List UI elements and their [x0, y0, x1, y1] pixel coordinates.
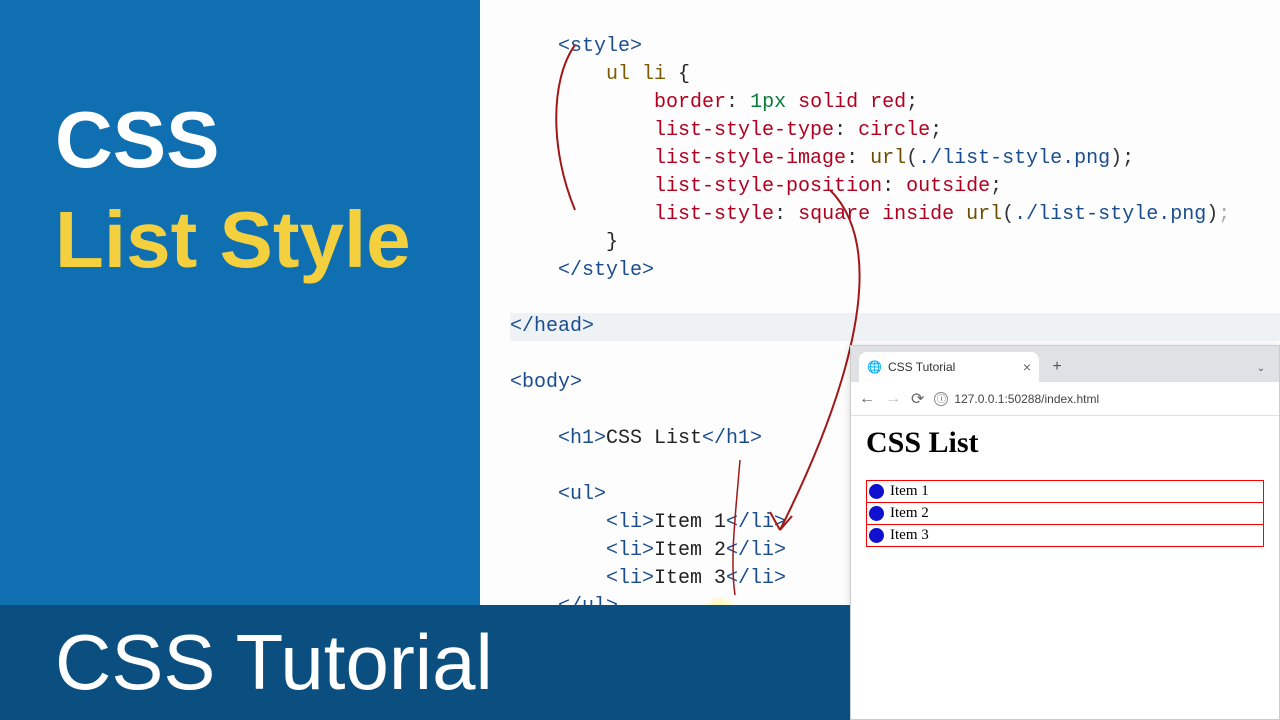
bottom-bar: CSS Tutorial	[0, 605, 850, 720]
page-heading: CSS List	[866, 426, 1264, 460]
address-bar: ← → ⟳ ⓘ 127.0.0.1:50288/index.html	[851, 382, 1279, 416]
tag-body-open: <body>	[510, 371, 582, 394]
site-info-icon[interactable]: ⓘ	[934, 392, 948, 406]
forward-icon[interactable]: →	[885, 390, 901, 408]
list-item: Item 2	[866, 502, 1264, 525]
tab-title: CSS Tutorial	[888, 360, 955, 374]
list-item: Item 3	[866, 524, 1264, 547]
url-field[interactable]: ⓘ 127.0.0.1:50288/index.html	[934, 392, 1271, 406]
reload-icon[interactable]: ⟳	[911, 389, 924, 409]
css-selector: ul li	[606, 63, 666, 86]
tag-style-close: </style>	[558, 259, 654, 282]
bottom-bar-label: CSS Tutorial	[55, 617, 493, 708]
title-line-1: CSS	[55, 100, 220, 180]
page-viewport: CSS List Item 1 Item 2 Item 3	[851, 416, 1279, 556]
tag-head-close: </head>	[510, 315, 594, 338]
bullet-icon	[869, 484, 884, 499]
url-text: 127.0.0.1:50288/index.html	[954, 392, 1099, 406]
list-item: Item 1	[866, 480, 1264, 503]
page-list: Item 1 Item 2 Item 3	[866, 480, 1264, 547]
close-icon[interactable]: ×	[1023, 359, 1031, 375]
title-line-2: List Style	[55, 200, 411, 280]
chevron-down-icon[interactable]: ⌄	[1247, 358, 1275, 378]
window-controls: ⌄	[1247, 358, 1279, 382]
globe-icon: 🌐	[867, 360, 882, 374]
new-tab-button[interactable]: +	[1045, 355, 1069, 379]
browser-tab[interactable]: 🌐 CSS Tutorial ×	[859, 352, 1039, 382]
browser-tab-strip: 🌐 CSS Tutorial × + ⌄	[851, 346, 1279, 382]
tag-style-open: <style>	[558, 35, 642, 58]
bullet-icon	[869, 506, 884, 521]
browser-window: 🌐 CSS Tutorial × + ⌄ ← → ⟳ ⓘ 127.0.0.1:5…	[850, 345, 1280, 720]
back-icon[interactable]: ←	[859, 390, 875, 408]
bullet-icon	[869, 528, 884, 543]
